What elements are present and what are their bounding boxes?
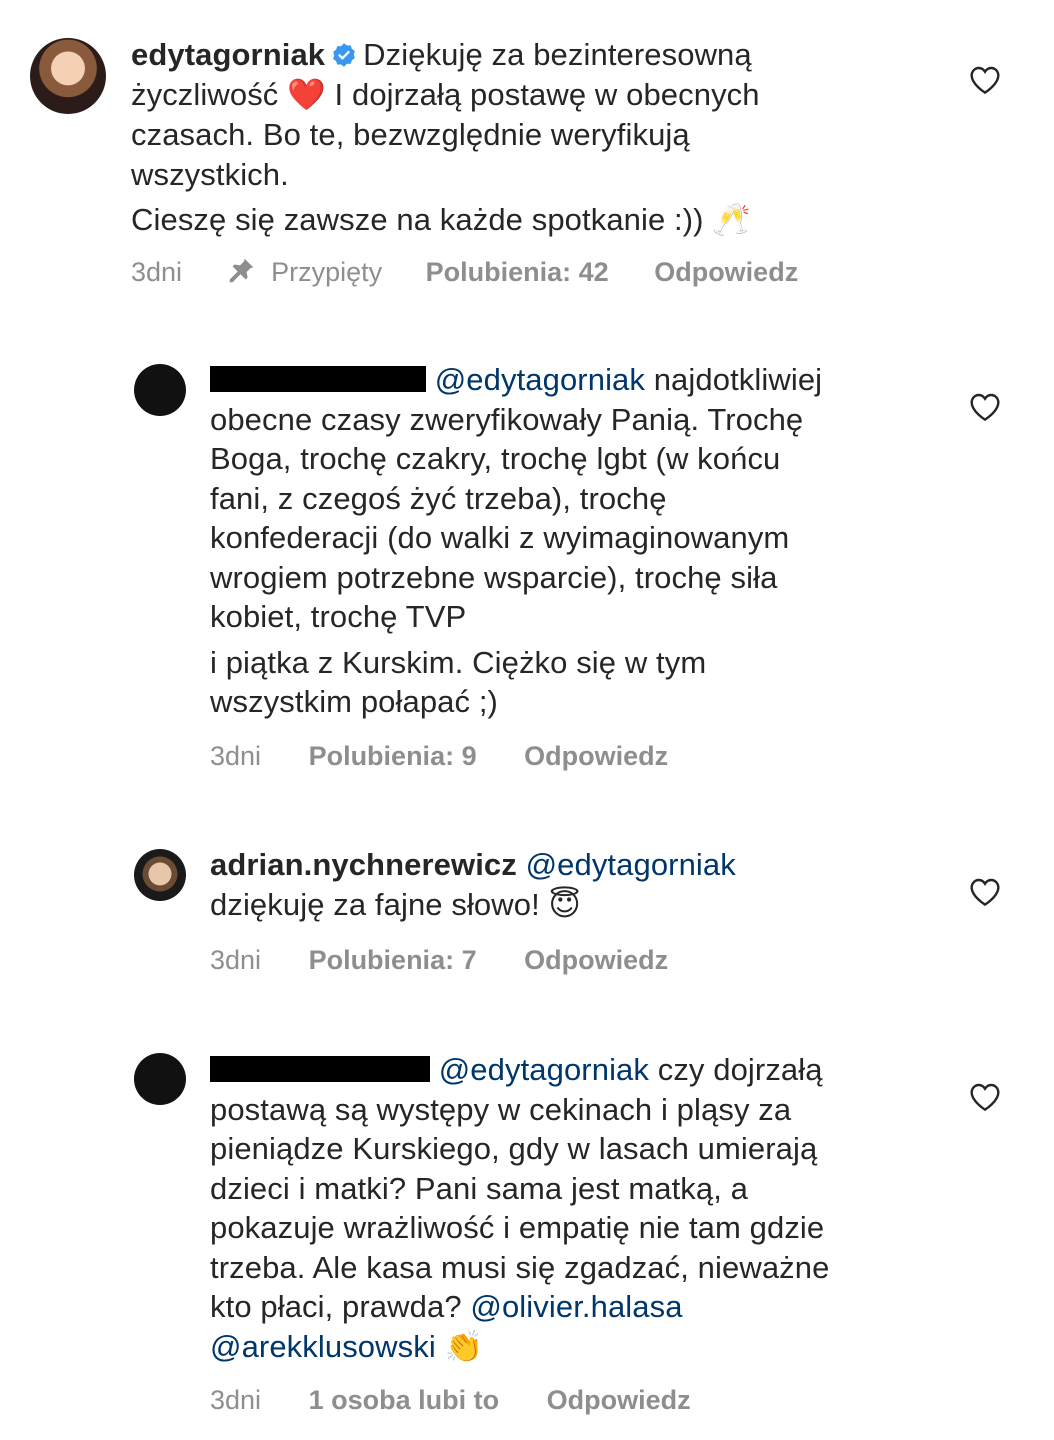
comment-line: kto płaci, prawda? (210, 1289, 462, 1324)
comment-line: fani, z czegoś żyć trzeba), trochę (210, 480, 667, 516)
comment-line: trzeba. Ale kasa musi się zgadzać, niewa… (210, 1249, 830, 1285)
comment-meta: 3dni 1 osoba lubi to Odpowiedz (210, 1385, 691, 1416)
likes-count[interactable]: Polubienia: 42 (426, 257, 609, 288)
like-heart-icon[interactable] (969, 1082, 1001, 1112)
comment-line: życzliwość (131, 76, 279, 112)
comment-line: obecne czasy zweryfikowały Panią. Trochę (210, 401, 804, 437)
comment-line: czy dojrzałą (657, 1052, 823, 1087)
comment-line: najdotkliwiej (653, 362, 823, 397)
comment-line: Boga, trochę czakry, trochę lgbt (w końc… (210, 441, 781, 476)
comment-line: konfederacji (do walki z wyimaginowanym (210, 520, 790, 555)
comment-line: I dojrzałą postawę w obecnych (334, 76, 760, 112)
red-heart-emoji: ❤️ (287, 76, 326, 113)
reply-button[interactable]: Odpowiedz (654, 257, 798, 288)
comment-line: dziękuję za fajne słowo! (210, 886, 540, 922)
comment-line: postawą są występy w cekinach i pląsy za (210, 1091, 792, 1127)
smiling-halo-emoji: 😇 (548, 886, 581, 923)
timestamp: 3dni (210, 1385, 262, 1415)
comment-line: Cieszę się zawsze na każde spotkanie :)) (131, 202, 704, 237)
verified-badge-icon (333, 43, 356, 67)
avatar[interactable] (134, 849, 186, 901)
avatar[interactable] (134, 364, 186, 416)
comment-line: dzieci i matki? Pani sama jest matką, a (210, 1170, 748, 1206)
comment-meta: 3dni Polubienia: 9 Odpowiedz (210, 741, 668, 772)
timestamp: 3dni (131, 257, 183, 287)
pin-icon (229, 258, 253, 283)
comment-text: edytagorniak Dziękuję za bezinteresowną ż… (131, 35, 760, 241)
likes-count[interactable]: Polubienia: 9 (309, 741, 477, 772)
clapping-hands-emoji: 👏 (444, 1328, 484, 1365)
timestamp: 3dni (210, 741, 262, 771)
comment-line: wrogiem potrzebne wsparcie), trochę siła (210, 559, 778, 595)
mention-link[interactable]: @olivier.halasa (470, 1289, 682, 1324)
like-heart-icon[interactable] (969, 65, 1001, 95)
redacted-username (210, 366, 426, 392)
likes-count[interactable]: Polubienia: 7 (309, 945, 477, 976)
comment-meta: 3dni Polubienia: 7 Odpowiedz (210, 945, 668, 976)
comment-line: wszystkim połapać ;) (210, 684, 498, 719)
avatar[interactable] (134, 1053, 186, 1105)
mention-link[interactable]: @edytagorniak (435, 362, 645, 397)
avatar[interactable] (30, 38, 106, 114)
like-heart-icon[interactable] (969, 392, 1001, 422)
comment-text: adrian.nychnerewicz @edytagorniak dzięku… (210, 845, 736, 925)
comment-text: @edytagorniak najdotkliwiej obecne czasy… (210, 360, 822, 722)
mention-link[interactable]: @edytagorniak (526, 847, 736, 882)
comment-line: Dziękuję za bezinteresowną (363, 37, 752, 72)
likes-count[interactable]: 1 osoba lubi to (309, 1385, 500, 1416)
mention-link[interactable]: @edytagorniak (439, 1052, 649, 1087)
comment-line: pokazuje wrażliwość i empatię nie tam gd… (210, 1210, 825, 1245)
comment-line: pieniądze Kurskiego, gdy w lasach umiera… (210, 1131, 818, 1166)
comment-meta: 3dni Przypięty Polubienia: 42 Odpowiedz (131, 256, 798, 288)
username[interactable]: adrian.nychnerewicz (210, 847, 517, 882)
reply-button[interactable]: Odpowiedz (547, 1385, 691, 1416)
comment-line: kobiet, trochę TVP (210, 599, 467, 634)
redacted-username (210, 1056, 430, 1082)
mention-link[interactable]: @arekklusowski (210, 1329, 436, 1364)
comment-text: @edytagorniak czy dojrzałą postawą są wy… (210, 1050, 829, 1367)
username[interactable]: edytagorniak (131, 37, 325, 72)
champagne-toast-emoji: 🥂 (712, 202, 752, 238)
comment-line: czasach. Bo te, bezwzględnie weryfikują (131, 117, 690, 152)
like-heart-icon[interactable] (969, 877, 1001, 907)
reply-button[interactable]: Odpowiedz (524, 741, 668, 772)
comment-line: i piątka z Kurskim. Ciężko się w tym (210, 644, 707, 680)
timestamp: 3dni (210, 945, 262, 975)
reply-button[interactable]: Odpowiedz (524, 945, 668, 976)
pinned-label: Przypięty (271, 257, 383, 287)
comment-line: wszystkich. (131, 156, 289, 192)
